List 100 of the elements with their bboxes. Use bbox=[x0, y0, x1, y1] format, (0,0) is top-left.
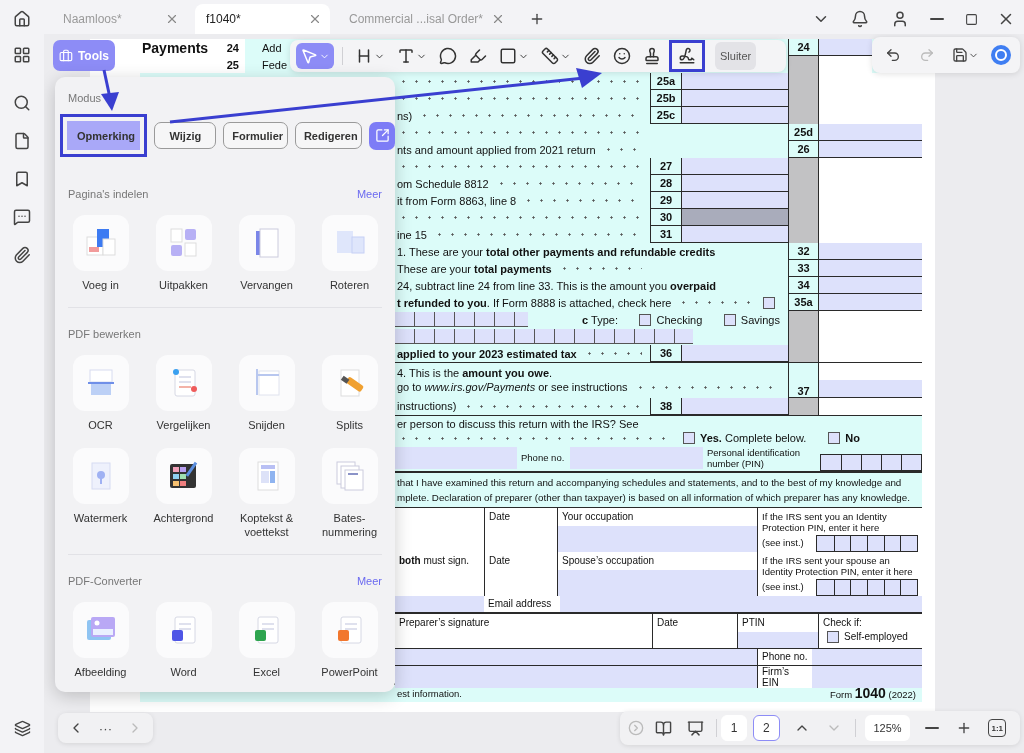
footer-text: est information. bbox=[397, 687, 462, 699]
tool-item[interactable]: Watermerk bbox=[59, 448, 142, 539]
amount-field[interactable] bbox=[682, 345, 788, 362]
field-label: Personal identification number (PIN) bbox=[706, 446, 801, 469]
amount-field[interactable] bbox=[682, 73, 788, 90]
mode-button[interactable]: Formulier bbox=[223, 122, 288, 149]
phone-field[interactable] bbox=[812, 648, 922, 666]
checklist-icon bbox=[155, 215, 212, 271]
amount-field[interactable] bbox=[819, 141, 922, 158]
tool-item[interactable]: Achtergrond bbox=[142, 448, 225, 539]
amount-field[interactable] bbox=[819, 380, 922, 398]
mode-button[interactable]: Redigeren bbox=[294, 122, 363, 149]
tab[interactable]: f1040* bbox=[195, 4, 330, 34]
zoom-level-button[interactable]: 125% bbox=[865, 715, 910, 741]
comment-icon bbox=[439, 47, 457, 65]
section-label: PDF bewerken bbox=[68, 327, 141, 341]
pin-field[interactable] bbox=[820, 453, 922, 471]
mode-button[interactable]: Wijzig bbox=[154, 122, 217, 149]
field-label: Date bbox=[489, 510, 512, 522]
shaded-area bbox=[788, 107, 819, 124]
line-text: 4. This is the amount you owe. bbox=[397, 367, 554, 380]
page-button[interactable]: 2 bbox=[753, 715, 780, 741]
tool-item[interactable]: Excel bbox=[225, 602, 308, 679]
line-text: These are your total payments bbox=[397, 262, 552, 275]
amount-field[interactable] bbox=[819, 277, 922, 294]
phone-field[interactable] bbox=[570, 446, 703, 469]
tool-item[interactable]: Snijden bbox=[225, 355, 308, 432]
shaded-area bbox=[788, 56, 819, 73]
designee-name-field[interactable] bbox=[395, 446, 517, 469]
stamp-icon bbox=[643, 47, 661, 65]
tool-item[interactable]: Voeg in bbox=[59, 215, 142, 292]
routing-number-field[interactable] bbox=[395, 312, 528, 327]
checkbox[interactable] bbox=[639, 313, 652, 326]
amount-field[interactable] bbox=[682, 90, 788, 107]
image-icon bbox=[72, 602, 129, 658]
field-label: PTIN bbox=[742, 616, 766, 628]
toolbox-icon bbox=[59, 48, 73, 63]
ptin-field[interactable] bbox=[738, 631, 818, 648]
option-label: No bbox=[845, 432, 860, 445]
tool-item[interactable]: OCR bbox=[59, 355, 142, 432]
more-button[interactable]: ··· bbox=[92, 713, 119, 743]
tool-item[interactable]: Koptekst & voettekst bbox=[225, 448, 308, 539]
occupation-field[interactable] bbox=[558, 569, 757, 596]
checkbox[interactable] bbox=[763, 296, 775, 309]
identity-pin-field[interactable] bbox=[816, 534, 918, 552]
open-external-button[interactable] bbox=[369, 121, 395, 150]
amount-field[interactable] bbox=[682, 226, 788, 243]
amount-field[interactable] bbox=[682, 192, 788, 209]
ruler-icon bbox=[541, 47, 559, 65]
checkbox[interactable] bbox=[828, 432, 841, 445]
checkbox[interactable] bbox=[682, 432, 695, 445]
mode-button[interactable]: Opmerking bbox=[60, 114, 148, 157]
close-icon[interactable] bbox=[308, 12, 322, 26]
amount-field[interactable] bbox=[682, 397, 788, 415]
sign-note: both must sign. bbox=[399, 554, 470, 566]
page-icon bbox=[13, 132, 31, 150]
tool-item[interactable]: PowerPoint bbox=[308, 602, 391, 679]
input-field[interactable] bbox=[395, 648, 757, 666]
amount-field[interactable] bbox=[682, 158, 788, 175]
presentation-icon bbox=[687, 719, 705, 737]
occupation-field[interactable] bbox=[558, 525, 757, 552]
close-icon[interactable] bbox=[165, 12, 179, 26]
close-toolbar-button[interactable]: Sluiter bbox=[715, 42, 757, 70]
layers-icon bbox=[13, 719, 31, 737]
checkbox[interactable] bbox=[827, 630, 839, 643]
tool-item[interactable]: Vervangen bbox=[225, 215, 308, 292]
amount-field[interactable] bbox=[682, 175, 788, 192]
amount-field[interactable] bbox=[819, 39, 872, 56]
rectangle-icon bbox=[499, 47, 517, 65]
tool-item[interactable]: Roteren bbox=[308, 215, 391, 292]
field-label: Preparer’s signature bbox=[399, 616, 491, 628]
amount-field[interactable] bbox=[819, 243, 922, 260]
pointer-tool[interactable] bbox=[296, 43, 334, 69]
page-button[interactable]: 1 bbox=[720, 715, 748, 741]
assistant-icon[interactable] bbox=[990, 44, 1012, 66]
tool-item[interactable]: Afbeelding bbox=[59, 602, 142, 679]
signature-tool[interactable] bbox=[669, 40, 705, 72]
input-field[interactable] bbox=[395, 666, 757, 689]
tool-item[interactable]: Word bbox=[142, 602, 225, 679]
tool-item[interactable]: Vergelijken bbox=[142, 355, 225, 432]
more-link[interactable]: Meer bbox=[356, 187, 382, 201]
amount-field[interactable] bbox=[819, 294, 922, 311]
tool-item[interactable]: Splits bbox=[308, 355, 391, 432]
identity-pin-field[interactable] bbox=[816, 578, 918, 596]
checkbox[interactable] bbox=[723, 313, 736, 326]
tool-item[interactable]: Bates-nummering bbox=[308, 448, 391, 539]
actual-size-button[interactable]: 1:1 bbox=[988, 719, 1007, 737]
amount-field[interactable] bbox=[682, 107, 788, 124]
account-number-field[interactable] bbox=[395, 329, 693, 344]
amount-field[interactable] bbox=[819, 124, 922, 141]
line-text: instructions) bbox=[397, 400, 457, 413]
pages-icon bbox=[238, 215, 295, 271]
bookmark-icon bbox=[13, 170, 31, 188]
more-link[interactable]: Meer bbox=[356, 574, 382, 588]
field-label: Email address bbox=[488, 598, 553, 610]
tool-item[interactable]: Uitpakken bbox=[142, 215, 225, 292]
form-number: Form 1040 (2022) bbox=[829, 685, 916, 702]
ein-field[interactable] bbox=[812, 666, 922, 689]
bell-icon bbox=[851, 10, 869, 28]
amount-field[interactable] bbox=[819, 260, 922, 277]
